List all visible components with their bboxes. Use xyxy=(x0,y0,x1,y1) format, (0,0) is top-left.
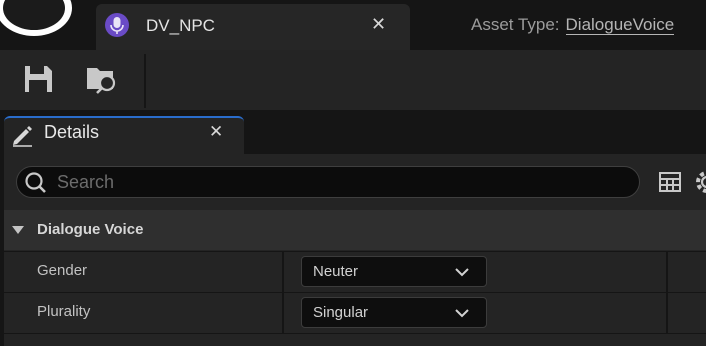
asset-editor-tab[interactable]: DV_NPC ✕ xyxy=(96,4,410,50)
toolbar-separator xyxy=(144,54,146,108)
save-icon[interactable] xyxy=(20,62,56,96)
details-tab-title: Details xyxy=(44,122,100,142)
details-tab[interactable]: Details ✕ xyxy=(4,116,244,154)
property-label-gender: Gender xyxy=(37,262,88,279)
pencil-icon xyxy=(13,126,32,147)
unreal-logo[interactable] xyxy=(0,0,72,36)
dialogue-voice-icon xyxy=(105,13,129,37)
expand-arrow-icon[interactable] xyxy=(12,226,24,234)
editor-toolbar xyxy=(0,50,706,110)
browse-to-asset-icon[interactable] xyxy=(84,62,120,96)
asset-type-link[interactable]: DialogueVoice xyxy=(565,15,675,35)
search-box[interactable] xyxy=(16,166,640,198)
property-row-gender: Gender Neuter xyxy=(4,251,706,292)
gender-dropdown-value: Neuter xyxy=(313,263,359,280)
chevron-down-icon xyxy=(455,309,469,318)
property-row-plurality: Plurality Singular xyxy=(4,292,706,333)
title-bar: DV_NPC ✕ Asset Type: DialogueVoice xyxy=(0,0,706,50)
search-icon xyxy=(25,172,46,193)
plurality-dropdown[interactable]: Singular xyxy=(301,297,487,328)
unreal-logo-inner xyxy=(3,0,65,30)
asset-tab-close-button[interactable]: ✕ xyxy=(371,16,386,34)
property-label-plurality: Plurality xyxy=(37,303,91,320)
search-input[interactable] xyxy=(57,169,617,195)
details-tab-close-button[interactable]: ✕ xyxy=(209,124,223,141)
column-divider[interactable] xyxy=(282,252,284,292)
gender-dropdown[interactable]: Neuter xyxy=(301,256,487,287)
gear-icon[interactable] xyxy=(692,167,706,197)
panel-bottom xyxy=(4,333,706,346)
column-divider[interactable] xyxy=(282,293,284,333)
asset-type-info: Asset Type: DialogueVoice xyxy=(471,15,675,35)
plurality-dropdown-value: Singular xyxy=(313,304,369,321)
asset-type-label: Asset Type: xyxy=(471,15,560,34)
category-label: Dialogue Voice xyxy=(37,221,144,238)
category-dialogue-voice[interactable]: Dialogue Voice xyxy=(4,210,706,250)
chevron-down-icon xyxy=(455,268,469,277)
column-divider-right xyxy=(666,293,668,333)
column-divider-right xyxy=(666,252,668,292)
property-matrix-icon[interactable] xyxy=(658,171,682,193)
asset-tab-title: DV_NPC xyxy=(146,16,215,35)
